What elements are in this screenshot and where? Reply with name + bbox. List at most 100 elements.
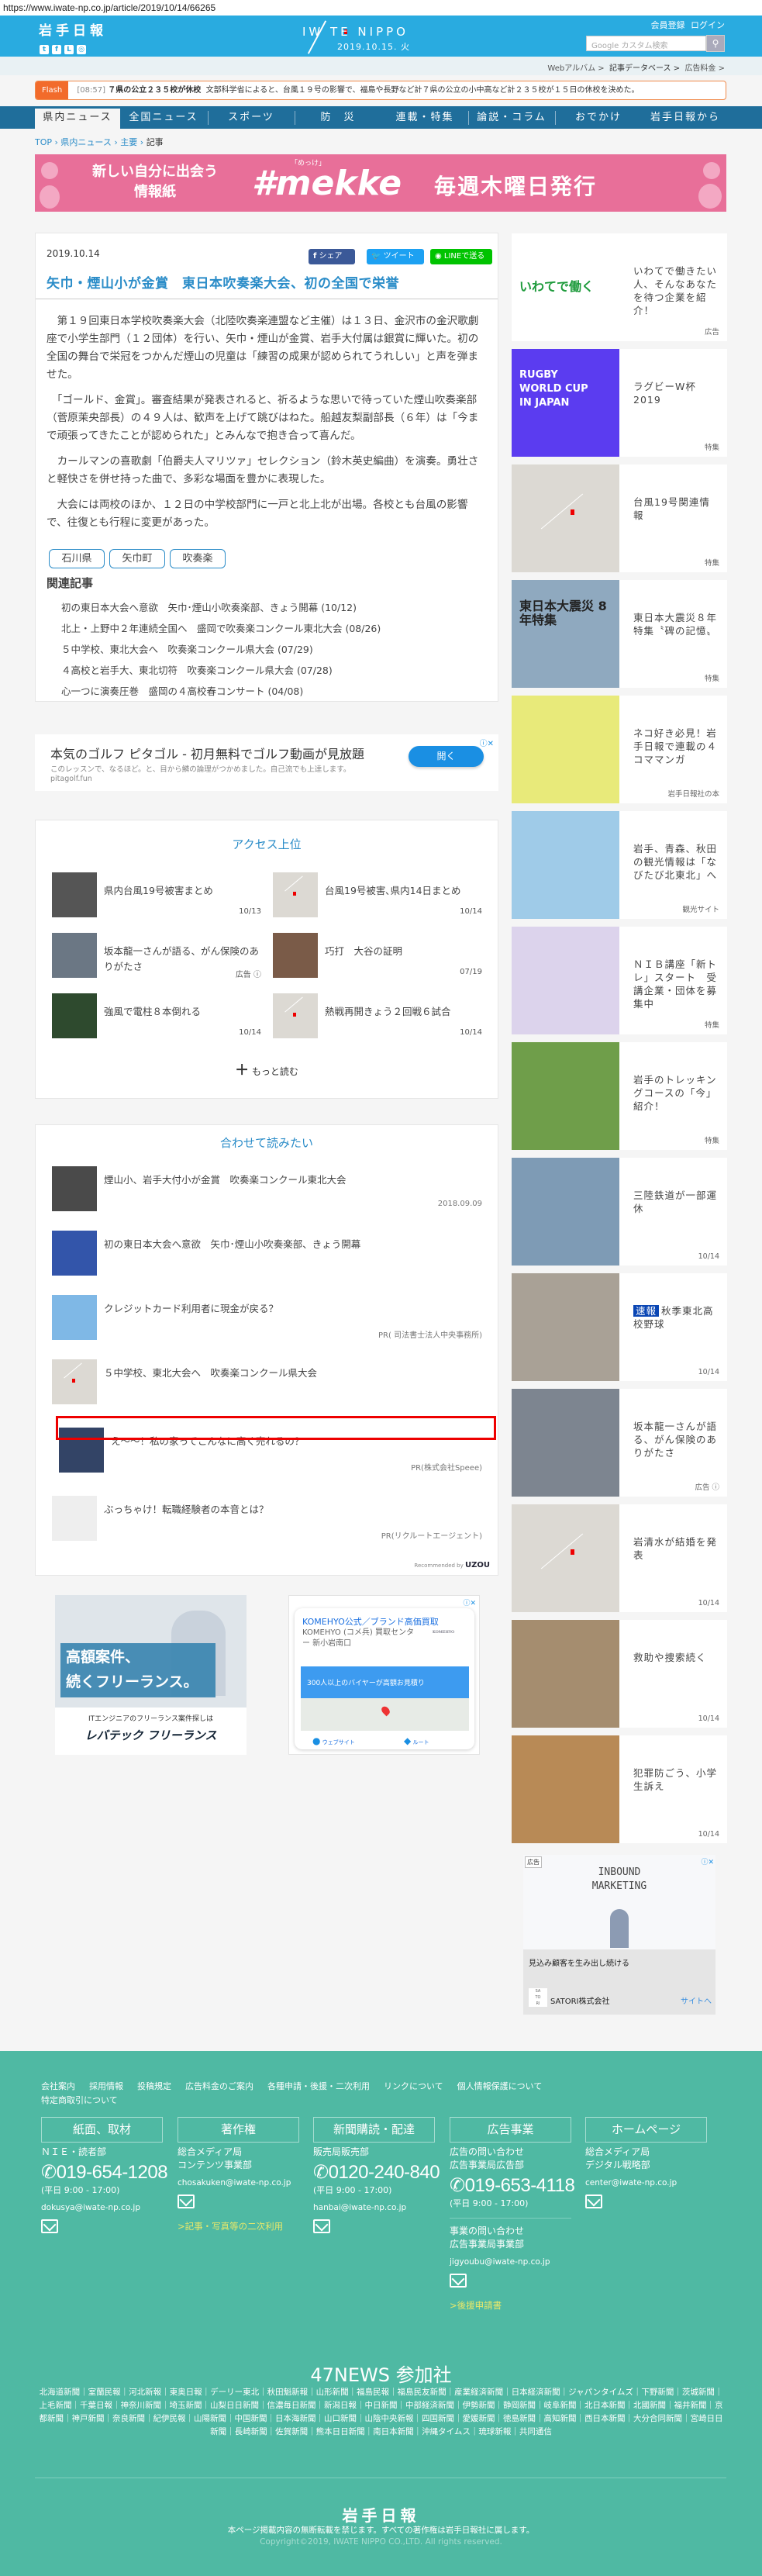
recommended-item[interactable]: ぶっちゃけ！転職経験者の本音とは？ PR(リクルートエージェント) [52,1496,482,1541]
footer-yellow-link[interactable]: >後援申請書 [450,2299,581,2312]
breadcrumb-top[interactable]: TOP [35,137,52,147]
facebook-share-button[interactable]: f シェア [309,249,355,264]
instagram-icon[interactable]: ◎ [77,45,86,54]
footer-link[interactable]: 各種申請・後援・二次利用 [267,2081,370,2091]
nav-from-iwate-nippo[interactable]: 岩手日報から [642,106,729,129]
sidebar-card[interactable]: 三陸鉄道が一部運休 10/14 [512,1158,727,1266]
site-logo[interactable]: 岩手日報 [39,19,107,39]
footer-link[interactable]: 採用情報 [89,2081,123,2091]
ranking-item[interactable]: 巧打 大谷の証明 07/19 [273,933,482,978]
sidebar-card[interactable]: 速報 秋季東北高校野球 10/14 [512,1273,727,1381]
footer-link[interactable]: 特定商取引について [41,2095,118,2105]
ranking-item[interactable]: 強風で電柱８本倒れる 10/14 [52,993,261,1038]
line-share-button[interactable]: ◉ LINEで送る [430,249,492,264]
nav-features[interactable]: 連載・特集 [381,106,468,129]
footer-phone[interactable]: ✆019-654-1208 [41,2162,173,2184]
twitter-icon[interactable]: t [40,45,49,54]
sidebar-card[interactable]: 犯罪防ごう、小学生訴え 10/14 [512,1735,727,1843]
search-input[interactable]: Google カスタム検索 [586,36,706,51]
mail-icon[interactable] [41,2219,58,2233]
footer-email[interactable]: chosakuken@iwate-np.co.jp [178,2177,309,2190]
recommended-item[interactable]: 煙山小、岩手大付小が金賞 吹奏楽コンクール東北大会 2018.09.09 [52,1166,482,1211]
recommended-item[interactable]: 初の東日本大会へ意欲 矢巾･煙山小吹奏楽部、きょう開幕 [52,1231,482,1276]
related-link[interactable]: 心一つに演奏圧巻 盛岡の４高校春コンサート (04/08) [47,681,488,702]
brand-mark[interactable]: IW TE NIPPO 2019.10.15. 火 [302,19,465,54]
recommended-by[interactable]: Recommended by UZOU [414,1561,490,1569]
footer-link[interactable]: 会社案内 [41,2081,75,2091]
sidebar-card[interactable]: 救助や捜索続く 10/14 [512,1620,727,1728]
recommended-item[interactable]: クレジットカード利用者に現金が戻る？ PR( 司法書士法人中央事務所) [52,1295,482,1340]
tag-brass-band[interactable]: 吹奏楽 [170,549,226,568]
ranking-item[interactable]: 台風19号被害､県内14日まとめ 10/14 [273,872,482,917]
nav-sports[interactable]: スポーツ [208,106,295,129]
tag-yahaba[interactable]: 矢巾町 [109,549,165,568]
register-link[interactable]: 会員登録 [651,20,685,30]
nav-outings[interactable]: おでかけ [555,106,642,129]
ad-choices-icon[interactable]: ⓘ✕ [480,737,494,748]
sidebar-card[interactable]: RUGBY WORLD CUP IN JAPAN ラグビーW杯2019 特集 [512,349,727,457]
footer-phone[interactable]: ✆019-653-4118 [450,2175,581,2197]
footer-email[interactable]: dokusya@iwate-np.co.jp [41,2201,173,2215]
nav-national-news[interactable]: 全国ニュース [120,106,207,129]
levtech-ad[interactable]: 高額案件、 続くフリーランス。 ITエンジニアのフリーランス案件探しは レバテック… [55,1595,247,1755]
satori-site-link[interactable]: サイトへ [681,1994,712,2006]
ad-rates-link[interactable]: 広告料金 > [684,64,725,73]
sidebar-card[interactable]: 岩手、青森、秋田の観光情報は「なびたび北東北」へ 観光サイト [512,811,727,919]
footer-link[interactable]: 投稿規定 [137,2081,171,2091]
nav-local-news[interactable]: 県内ニュース [35,109,120,129]
line-icon[interactable]: L [64,45,74,54]
news47-list[interactable]: 北海道新聞｜室蘭民報｜河北新報｜東奥日報｜デーリー東北｜秋田魁新報｜山形新聞｜福… [39,2386,723,2439]
golf-ad[interactable]: ⓘ✕ 本気のゴルフ ピタゴル - 初月無料でゴルフ動画が見放題 このレッスンで、… [35,734,498,791]
footer-email[interactable]: jigyoubu@iwate-np.co.jp [450,2256,581,2269]
recommended-item[interactable]: ５中学校、東北大会へ 吹奏楽コンクール県大会 [52,1359,482,1404]
mail-icon[interactable] [450,2274,467,2288]
website-button[interactable]: ● ウェブサイト [312,1735,355,1746]
related-link[interactable]: 初の東日本大会へ意欲 矢巾･煙山小吹奏楽部、きょう開幕 (10/12) [47,597,488,618]
ranking-item[interactable]: 県内台風19号被害まとめ 10/13 [52,872,261,917]
footer-link[interactable]: リンクについて [384,2081,443,2091]
route-button[interactable]: ◆ ルート [404,1735,429,1746]
golf-ad-open-button[interactable]: 開く [409,746,484,767]
footer-yellow-link[interactable]: >記事・写真等の二次利用 [178,2220,309,2233]
url-bar[interactable]: https://www.iwate-np.co.jp/article/2019/… [0,0,762,16]
tag-ishikawa[interactable]: 石川県 [49,549,105,568]
sidebar-card[interactable]: 坂本龍一さんが語る、がん保険のありがたさ 広告 ⓘ [512,1389,727,1497]
search-icon[interactable]: ⚲ [706,35,725,52]
sidebar-card[interactable]: 東日本大震災 8年特集 東日本大震災８年特集〝碑の記憶〟 特集 [512,580,727,688]
ranking-item[interactable]: 熱戦再開きょう２回戦６試合 10/14 [273,993,482,1038]
komehyo-ad[interactable]: ⓘ✕ KOMEHYO公式／ブランド高価買取 KOMEHYO (コメ兵) 買取セン… [288,1595,480,1755]
mail-icon[interactable] [585,2194,602,2208]
related-link[interactable]: 北上・上野中２年連続全国へ 盛岡で吹奏楽コンクール東北大会 (08/26) [47,618,488,639]
sidebar-card[interactable]: 台風19号関連情報 特集 [512,464,727,572]
mail-icon[interactable] [178,2194,195,2208]
sidebar-card[interactable]: 岩手のトレッキングコースの「今」紹介！ 特集 [512,1042,727,1150]
breadcrumb-local[interactable]: 県内ニュース [60,137,111,147]
mail-icon[interactable] [313,2219,330,2233]
footer-phone[interactable]: ✆0120-240-840 [313,2162,445,2184]
web-album-link[interactable]: Webアルバム > [547,64,604,73]
footer-link[interactable]: 広告料金のご案内 [185,2081,253,2091]
sidebar-card[interactable]: いわてで働く いわてで働きたい人、そんなあなたを待つ企業を紹介！ 広告 [512,233,727,341]
related-link[interactable]: ４高校と岩手大、東北切符 吹奏楽コンクール県大会 (07/28) [47,660,488,681]
breadcrumb-main[interactable]: 主要 [120,137,137,147]
recommended-item[interactable]: え～～！私の家ってこんなに高く売れるの？ PR(株式会社Speee) [59,1428,482,1473]
sidebar-card[interactable]: ＮＩＢ講座「新トレ」スタート 受講企業・団体を募集中 特集 [512,927,727,1034]
komehyo-title[interactable]: KOMEHYO公式／ブランド高価買取 [302,1615,439,1628]
footer-email[interactable]: hanbai@iwate-np.co.jp [313,2201,445,2215]
mekke-banner[interactable]: 新しい自分に出会う 情報紙 「めっけ」 #mekke 毎週木曜日発行 [35,154,726,212]
sidebar-card[interactable]: 岩清水が結婚を発表 10/14 [512,1504,727,1612]
ranking-item[interactable]: 坂本龍一さんが語る、がん保険のありがたさ 広告 ⓘ [52,933,261,979]
footer-link[interactable]: 個人情報保護について [457,2081,543,2091]
login-link[interactable]: ログイン [691,20,725,30]
footer-email[interactable]: center@iwate-np.co.jp [585,2177,717,2190]
golf-ad-title[interactable]: 本気のゴルフ ピタゴル - 初月無料でゴルフ動画が見放題 [50,744,364,762]
article-db-link[interactable]: 記事データベース > [609,64,680,73]
flash-news[interactable]: Flash [08:57] ７県の公立２３５校が休校 文部科学省によると、台風１… [35,81,726,100]
satori-ad[interactable]: 広告 ⓘ✕ INBOUND MARKETING 見込み顧客を生み出し続ける SA… [523,1855,715,2015]
tweet-button[interactable]: 🐦 ツイート [367,249,424,264]
sidebar-card[interactable]: ネコ好き必見！岩手日報で連載の４コママンガ 岩手日報社の本 [512,696,727,803]
ad-choices-icon[interactable]: ⓘ✕ [463,1597,476,1607]
nav-editorials[interactable]: 論説・コラム [468,106,555,129]
read-more-button[interactable]: ＋ もっと読む [36,1059,498,1079]
related-link[interactable]: ５中学校、東北大会へ 吹奏楽コンクール県大会 (07/29) [47,639,488,660]
